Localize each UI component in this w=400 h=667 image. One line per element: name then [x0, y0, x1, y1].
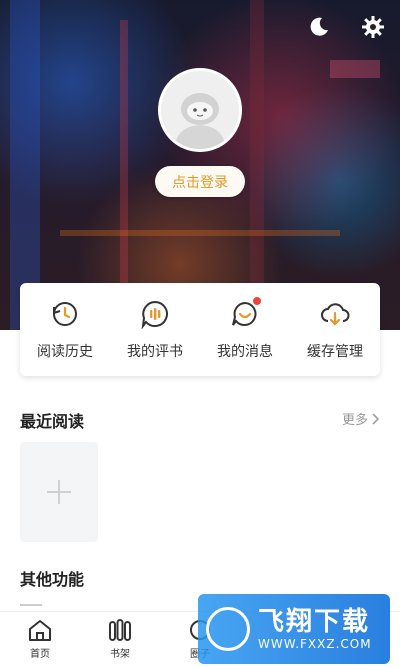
add-book-button[interactable] — [20, 442, 98, 542]
quick-label-reviews: 我的评书 — [127, 344, 183, 360]
gear-icon[interactable] — [360, 14, 386, 40]
bookshelf-icon — [109, 619, 131, 641]
avatar[interactable] — [158, 68, 242, 152]
watermark: 飞翔下载 WWW.FXXZ.COM — [198, 594, 390, 664]
message-icon — [230, 297, 261, 329]
plus-icon — [47, 480, 71, 504]
chevron-right-icon — [372, 412, 380, 425]
unread-badge — [253, 297, 261, 305]
partial-item — [20, 604, 42, 610]
other-title: 其他功能 — [20, 570, 85, 589]
nav-bookshelf[interactable]: 书架 — [80, 612, 160, 667]
nav-label-bookshelf: 书架 — [110, 649, 130, 660]
home-icon — [29, 620, 51, 641]
watermark-title: 飞翔下载 — [258, 607, 371, 637]
profile-header: 点击登录 — [0, 0, 400, 330]
login-button[interactable]: 点击登录 — [155, 166, 245, 197]
history-icon — [50, 299, 80, 329]
quick-item-history[interactable]: 阅读历史 — [20, 283, 110, 376]
more-link[interactable]: 更多 — [342, 409, 380, 428]
quick-access-card: 阅读历史 我的评书 我的消息 缓存管理 — [20, 283, 380, 376]
quick-item-cache[interactable]: 缓存管理 — [290, 283, 380, 376]
more-label: 更多 — [341, 413, 368, 428]
quick-label-cache: 缓存管理 — [307, 344, 363, 360]
audio-comment-icon — [140, 299, 170, 330]
quick-label-history: 阅读历史 — [37, 344, 93, 360]
cloud-download-icon — [320, 299, 350, 329]
nav-label-home: 首页 — [30, 649, 50, 660]
watermark-url: WWW.FXXZ.COM — [258, 637, 372, 651]
moon-icon[interactable] — [306, 14, 332, 40]
quick-item-messages[interactable]: 我的消息 — [200, 283, 290, 376]
watermark-logo-icon — [206, 607, 250, 651]
quick-label-messages: 我的消息 — [217, 344, 273, 360]
recent-title: 最近阅读 — [20, 412, 85, 431]
quick-item-reviews[interactable]: 我的评书 — [110, 283, 200, 376]
nav-home[interactable]: 首页 — [0, 612, 80, 667]
